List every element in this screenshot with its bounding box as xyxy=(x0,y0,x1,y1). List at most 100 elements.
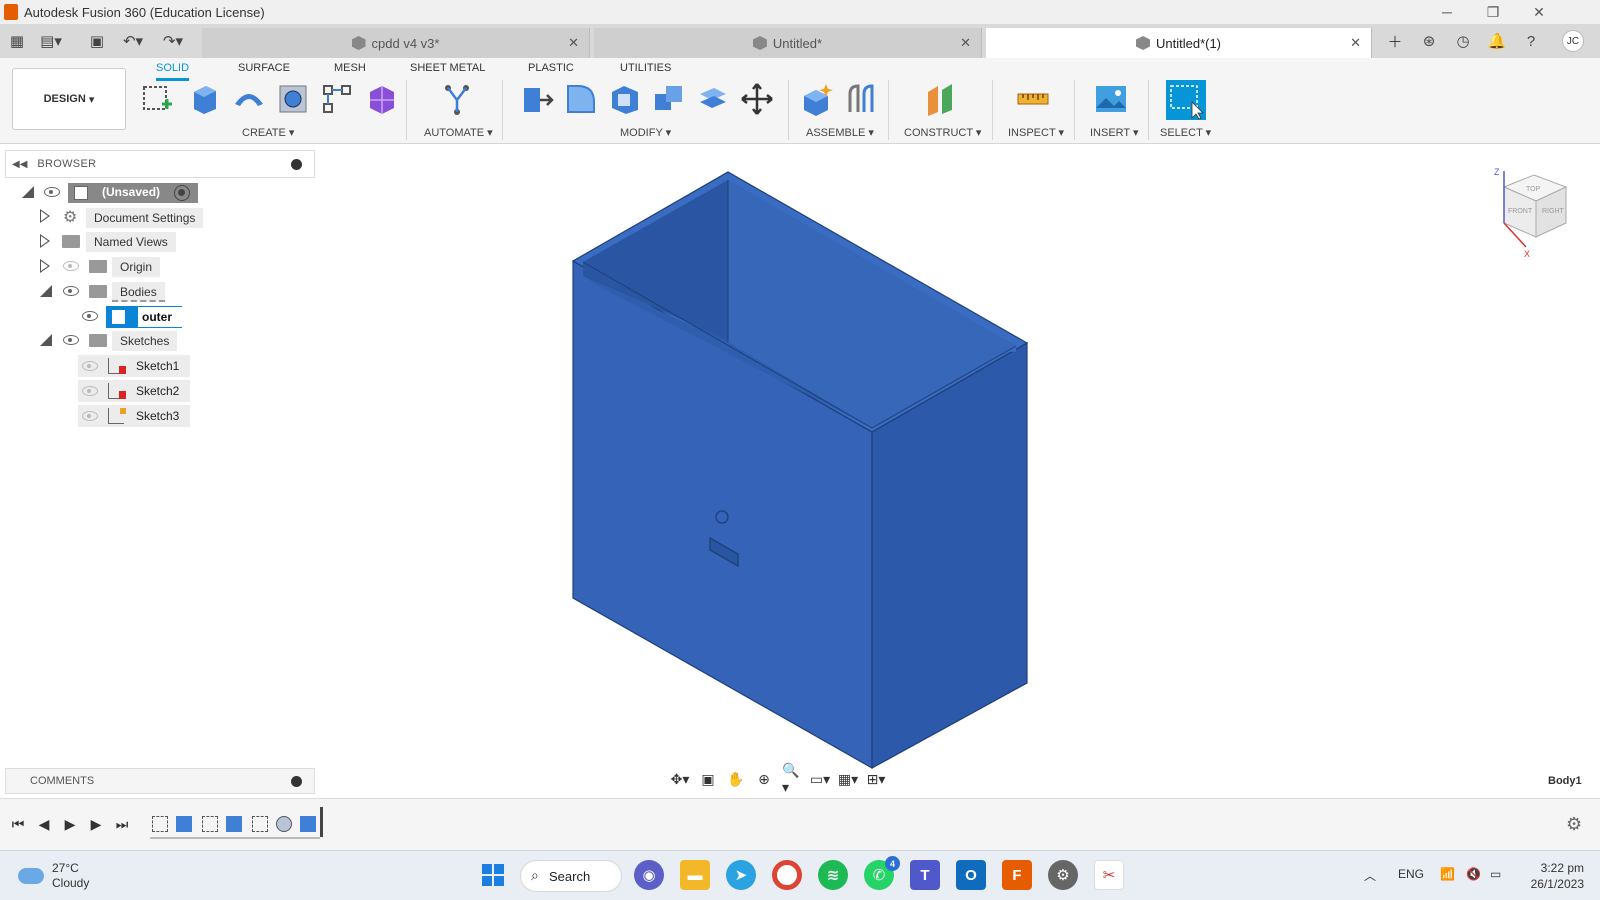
show-hidden-icons-chevron-icon[interactable]: ︿ xyxy=(1364,867,1376,884)
workspace-switcher-button[interactable]: DESIGN ▾ xyxy=(12,68,126,130)
timeline-last-icon[interactable]: ⏭ xyxy=(112,814,132,834)
orbit-icon[interactable]: ✥▾ xyxy=(670,770,690,788)
select-group-label[interactable]: SELECT ▾ xyxy=(1160,126,1211,139)
select-icon[interactable] xyxy=(1166,80,1206,120)
viewcube-right-label[interactable]: RIGHT xyxy=(1542,208,1565,215)
hole-icon[interactable] xyxy=(276,82,310,116)
expand-toggle-icon[interactable] xyxy=(40,285,52,297)
windows-start-icon[interactable] xyxy=(478,860,508,890)
browser-node-sketch1[interactable]: Sketch1 xyxy=(78,355,190,377)
timeline-marker[interactable] xyxy=(320,807,323,837)
system-clock[interactable]: 3:22 pm 26/1/2023 xyxy=(1524,860,1584,892)
browser-node-outer-box[interactable]: outer box xyxy=(106,306,182,344)
collapse-panel-icon[interactable]: ◀◀ xyxy=(12,159,27,170)
settings-gear-icon[interactable]: ⚙ xyxy=(1048,860,1078,890)
inspect-group-label[interactable]: INSPECT ▾ xyxy=(1008,126,1064,139)
activate-radio-icon[interactable] xyxy=(174,185,190,201)
telegram-icon[interactable]: ➤ xyxy=(726,860,756,890)
undo-icon[interactable]: ↶▾ xyxy=(122,30,144,52)
insert-image-icon[interactable] xyxy=(1094,82,1128,116)
wifi-icon[interactable]: 📶 xyxy=(1440,867,1455,881)
look-at-icon[interactable]: ▣ xyxy=(698,770,718,788)
expand-toggle-icon[interactable] xyxy=(22,186,34,198)
model-outer-box[interactable] xyxy=(571,171,1029,770)
timeline-play-icon[interactable]: ▶ xyxy=(60,814,80,834)
snipping-tool-icon[interactable]: ✂ xyxy=(1094,860,1124,890)
move-copy-icon[interactable] xyxy=(740,82,774,116)
tab-mesh[interactable]: MESH xyxy=(334,62,366,78)
create-group-label[interactable]: CREATE ▾ xyxy=(242,126,294,139)
browser-node-named-views[interactable]: Named Views xyxy=(86,232,176,252)
doc-tab-cpdd[interactable]: cpdd v4 v3* ✕ xyxy=(202,28,590,58)
language-indicator[interactable]: ENG xyxy=(1398,867,1424,881)
assemble-group-label[interactable]: ASSEMBLE ▾ xyxy=(806,126,874,139)
timeline-sketch-feature-icon[interactable] xyxy=(252,816,268,832)
taskbar-search[interactable]: ⌕ Search xyxy=(520,860,622,892)
file-explorer-icon[interactable]: ▬ xyxy=(680,860,710,890)
teams-icon[interactable]: T xyxy=(910,860,940,890)
create-sketch-icon[interactable] xyxy=(140,82,174,116)
hidden-eye-icon[interactable] xyxy=(82,361,98,371)
viewcube-top-label[interactable]: TOP xyxy=(1526,186,1541,193)
extensions-icon[interactable]: ⊛ xyxy=(1418,30,1440,52)
hidden-eye-icon[interactable] xyxy=(82,386,98,396)
minimize-panel-icon[interactable] xyxy=(291,159,302,170)
visibility-eye-icon[interactable] xyxy=(82,311,98,321)
timeline-sketch-feature-icon[interactable] xyxy=(152,816,168,832)
extrude-icon[interactable] xyxy=(186,82,220,116)
browser-node-bodies[interactable]: Bodies xyxy=(112,282,165,302)
expand-toggle-icon[interactable] xyxy=(40,334,52,346)
press-pull-icon[interactable] xyxy=(520,82,554,116)
timeline-first-icon[interactable]: ⏮ xyxy=(8,814,28,834)
viewports-icon[interactable]: ⊞▾ xyxy=(866,770,886,788)
automate-group-label[interactable]: AUTOMATE ▾ xyxy=(424,126,493,139)
timeline-extrude-feature-icon[interactable] xyxy=(226,816,242,832)
timeline-sketch-feature-icon[interactable] xyxy=(202,816,218,832)
form-icon[interactable] xyxy=(364,82,398,116)
help-icon[interactable]: ? xyxy=(1520,30,1542,52)
file-menu-icon[interactable]: ▤▾ xyxy=(40,30,62,52)
restore-button[interactable]: ❐ xyxy=(1470,0,1516,24)
construct-group-label[interactable]: CONSTRUCT ▾ xyxy=(904,126,981,139)
fillet-icon[interactable] xyxy=(564,82,598,116)
grid-settings-icon[interactable]: ▦▾ xyxy=(838,770,858,788)
body-name-edit-field[interactable]: outer box xyxy=(138,307,182,344)
add-comment-icon[interactable] xyxy=(291,776,302,787)
timeline-settings-gear-icon[interactable]: ⚙ xyxy=(1566,814,1582,835)
close-window-button[interactable]: ✕ xyxy=(1516,0,1562,24)
redo-icon[interactable]: ↷▾ xyxy=(162,30,184,52)
chrome-icon[interactable] xyxy=(772,860,802,890)
doc-tab-untitled-1[interactable]: Untitled*(1) ✕ xyxy=(986,28,1372,58)
chat-app-icon[interactable]: ◉ xyxy=(634,860,664,890)
tab-plastic[interactable]: PLASTIC xyxy=(528,62,574,78)
browser-node-origin[interactable]: Origin xyxy=(112,257,161,277)
expand-toggle-icon[interactable] xyxy=(40,209,50,223)
joint-icon[interactable] xyxy=(844,82,878,116)
offset-plane-icon[interactable] xyxy=(924,82,958,116)
close-tab-icon[interactable]: ✕ xyxy=(960,35,971,51)
timeline-next-icon[interactable]: ▶ xyxy=(86,814,106,834)
rectangular-pattern-icon[interactable] xyxy=(320,82,354,116)
browser-node-sketch2[interactable]: Sketch2 xyxy=(78,380,190,402)
user-avatar[interactable]: JC xyxy=(1562,30,1584,52)
timeline-previous-icon[interactable]: ◀ xyxy=(34,814,54,834)
new-component-icon[interactable] xyxy=(800,82,834,116)
browser-node-document-settings[interactable]: Document Settings xyxy=(86,208,204,228)
fusion360-taskbar-icon[interactable]: F xyxy=(1002,860,1032,890)
modify-group-label[interactable]: MODIFY ▾ xyxy=(620,126,671,139)
save-icon[interactable]: ▣ xyxy=(86,30,108,52)
speaker-muted-icon[interactable]: 🔇 xyxy=(1466,867,1481,881)
offset-face-icon[interactable] xyxy=(696,82,730,116)
outlook-icon[interactable]: O xyxy=(956,860,986,890)
hidden-eye-icon[interactable] xyxy=(82,411,98,421)
notifications-bell-icon[interactable]: 🔔 xyxy=(1486,30,1508,52)
zoom-icon[interactable]: ⊕ xyxy=(754,770,774,788)
measure-icon[interactable] xyxy=(1016,82,1050,116)
whatsapp-icon[interactable]: ✆ 4 xyxy=(864,856,900,890)
timeline-shell-feature-icon[interactable] xyxy=(300,816,316,832)
close-tab-icon[interactable]: ✕ xyxy=(568,35,579,51)
combine-icon[interactable] xyxy=(652,82,686,116)
display-settings-icon[interactable]: ▭▾ xyxy=(810,770,830,788)
visibility-eye-icon[interactable] xyxy=(63,335,79,345)
pan-hand-icon[interactable]: ✋ xyxy=(726,770,746,788)
